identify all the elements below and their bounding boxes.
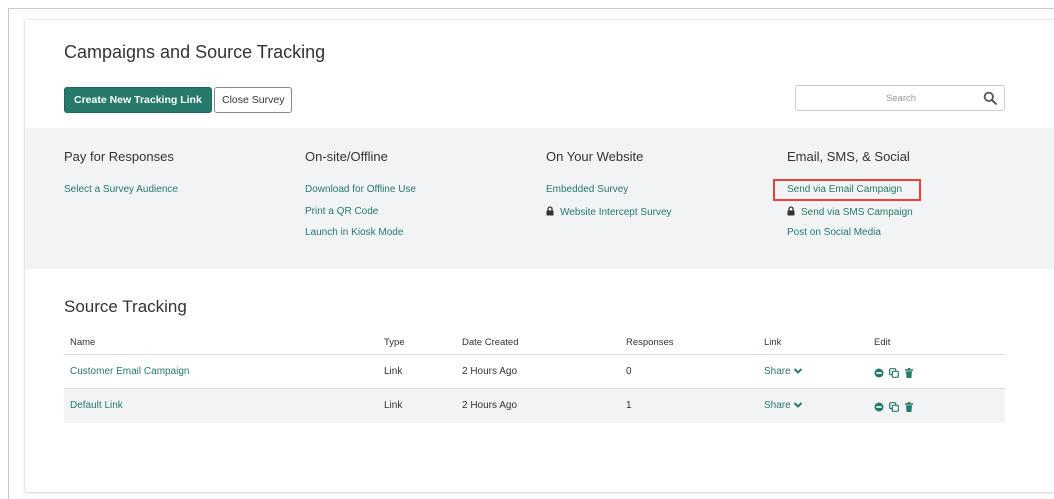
row-type: Link bbox=[384, 400, 403, 411]
close-survey-button[interactable]: Close Survey bbox=[214, 87, 293, 113]
row-date-created: 2 Hours Ago bbox=[462, 366, 518, 377]
source-tracking-table: Name Type Date Created Responses Link Ed… bbox=[64, 333, 1005, 423]
row-name-link[interactable]: Default Link bbox=[70, 400, 123, 411]
table-row: Customer Email Campaign Link 2 Hours Ago… bbox=[64, 355, 1005, 389]
send-via-sms-campaign-link[interactable]: Send via SMS Campaign bbox=[787, 206, 913, 218]
source-tracking-title: Source Tracking bbox=[64, 297, 187, 316]
lock-icon bbox=[787, 206, 795, 216]
column-title-on-your-website: On Your Website bbox=[546, 149, 644, 164]
search-icon[interactable] bbox=[983, 91, 997, 105]
share-dropdown[interactable]: Share bbox=[764, 400, 803, 411]
trash-icon[interactable] bbox=[904, 365, 914, 378]
download-offline-link[interactable]: Download for Offline Use bbox=[305, 184, 416, 195]
column-title-email-sms-social: Email, SMS, & Social bbox=[787, 149, 910, 164]
email-campaign-highlight-box bbox=[773, 179, 921, 201]
column-header-edit: Edit bbox=[874, 337, 891, 348]
search-input[interactable] bbox=[796, 86, 976, 110]
column-header-name: Name bbox=[70, 337, 96, 348]
row-responses: 1 bbox=[626, 400, 632, 411]
column-header-responses: Responses bbox=[626, 337, 674, 348]
post-on-social-media-link[interactable]: Post on Social Media bbox=[787, 227, 881, 238]
share-label: Share bbox=[764, 366, 791, 377]
print-qr-code-link[interactable]: Print a QR Code bbox=[305, 206, 378, 217]
column-header-link: Link bbox=[764, 337, 782, 348]
copy-icon[interactable] bbox=[889, 365, 899, 378]
create-tracking-link-button[interactable]: Create New Tracking Link bbox=[64, 87, 212, 113]
column-title-pay-for-responses: Pay for Responses bbox=[64, 149, 174, 164]
disable-icon[interactable] bbox=[874, 399, 884, 412]
window-border-left bbox=[8, 8, 9, 499]
website-intercept-survey-link[interactable]: Website Intercept Survey bbox=[546, 206, 672, 218]
select-survey-audience-link[interactable]: Select a Survey Audience bbox=[64, 184, 178, 195]
disable-icon[interactable] bbox=[874, 365, 884, 378]
row-name-link[interactable]: Customer Email Campaign bbox=[70, 366, 190, 377]
table-row: Default Link Link 2 Hours Ago 1 Share bbox=[64, 389, 1005, 423]
row-edit-actions bbox=[874, 399, 914, 412]
embedded-survey-link[interactable]: Embedded Survey bbox=[546, 184, 628, 195]
column-header-type: Type bbox=[384, 337, 405, 348]
chevron-down-icon bbox=[793, 367, 803, 375]
row-type: Link bbox=[384, 366, 403, 377]
row-edit-actions bbox=[874, 365, 914, 378]
send-via-sms-campaign-label: Send via SMS Campaign bbox=[801, 207, 913, 218]
share-dropdown[interactable]: Share bbox=[764, 366, 803, 377]
share-label: Share bbox=[764, 400, 791, 411]
column-header-date-created: Date Created bbox=[462, 337, 519, 348]
row-date-created: 2 Hours Ago bbox=[462, 400, 518, 411]
copy-icon[interactable] bbox=[889, 399, 899, 412]
row-responses: 0 bbox=[626, 366, 632, 377]
launch-kiosk-mode-link[interactable]: Launch in Kiosk Mode bbox=[305, 227, 403, 238]
column-title-onsite-offline: On-site/Offline bbox=[305, 149, 388, 164]
trash-icon[interactable] bbox=[904, 399, 914, 412]
window-border-top bbox=[8, 8, 1054, 9]
lock-icon bbox=[546, 206, 554, 216]
chevron-down-icon bbox=[793, 401, 803, 409]
table-header: Name Type Date Created Responses Link Ed… bbox=[64, 333, 1005, 355]
campaigns-card: Campaigns and Source Tracking Create New… bbox=[25, 20, 1054, 492]
page-title: Campaigns and Source Tracking bbox=[64, 42, 326, 62]
search-box bbox=[795, 85, 1005, 111]
website-intercept-survey-label: Website Intercept Survey bbox=[560, 207, 672, 218]
